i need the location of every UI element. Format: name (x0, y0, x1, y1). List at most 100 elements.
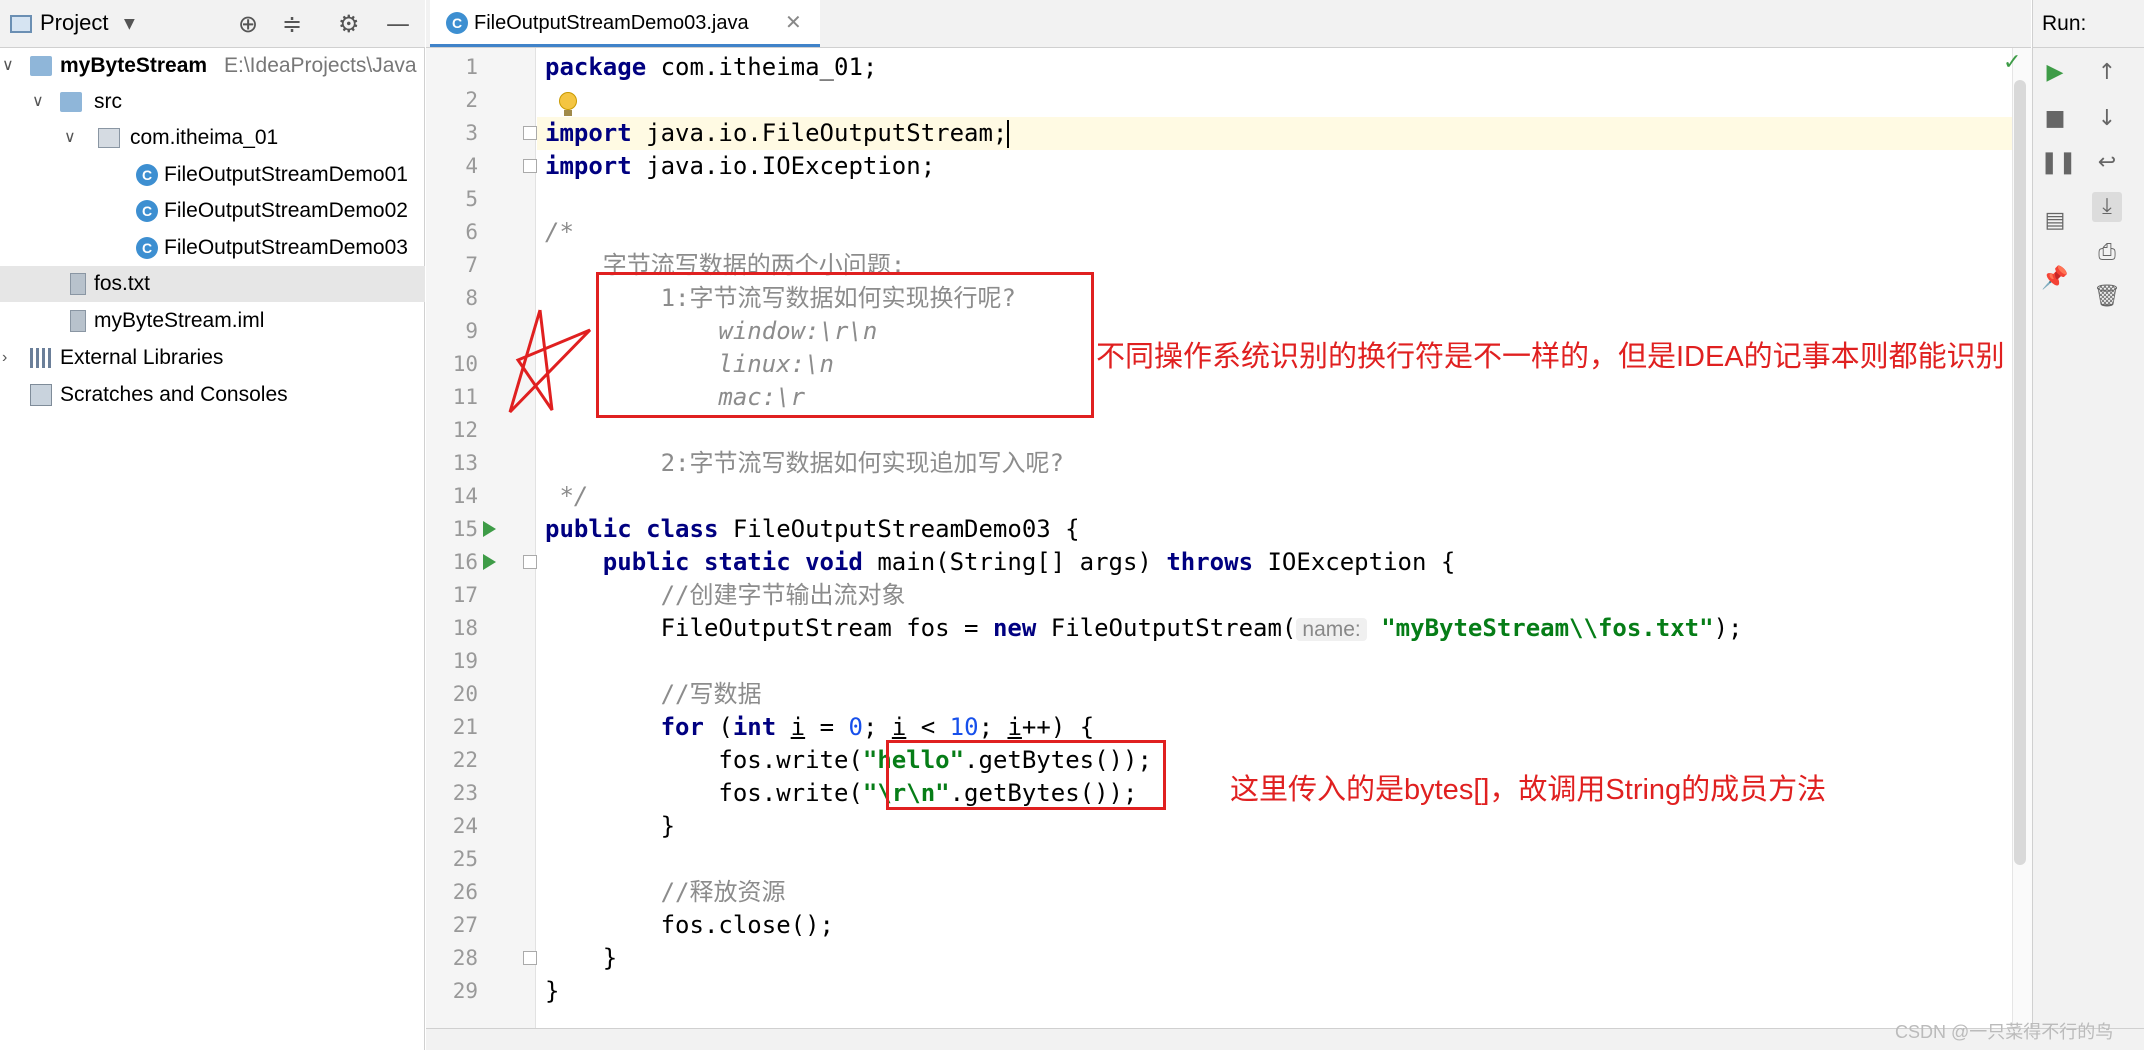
down-arrow-icon[interactable]: ↓ (2092, 104, 2122, 134)
number-literal: 10 (949, 713, 979, 741)
code-text: IOException { (1253, 548, 1456, 576)
tree-item-label: fos.txt (94, 272, 151, 295)
chevron-down-icon[interactable]: ∨ (2, 48, 14, 84)
code-text: FileOutputStream( (1036, 614, 1297, 642)
collapse-icon[interactable]: ≑ (282, 10, 302, 38)
annotation-star-scribble (508, 309, 592, 414)
tree-item-file[interactable]: myByteStream.iml (0, 303, 425, 339)
class-icon: C (136, 164, 158, 186)
fold-icon[interactable] (523, 951, 537, 965)
run-gutter-icon[interactable] (483, 554, 496, 570)
tree-item-package[interactable]: ∨ com.itheima_01 (0, 120, 425, 156)
line-number: 29 (452, 979, 478, 1003)
tab-file[interactable]: C FileOutputStreamDemo03.java ✕ (430, 0, 820, 47)
run-panel-header: Run: (2032, 0, 2144, 48)
tree-item-project-root[interactable]: ∨ myByteStream E:\IdeaProjects\Java (0, 48, 425, 84)
code-line-4: import java.io.IOException; (545, 150, 935, 183)
run-panel-title: Run: (2042, 12, 2087, 35)
chevron-right-icon[interactable]: › (2, 340, 7, 376)
line-number: 2 (465, 88, 478, 112)
project-view-icon[interactable] (10, 15, 32, 33)
tree-item-label: FileOutputStreamDemo03 (164, 236, 408, 259)
up-arrow-icon[interactable]: ↑ (2092, 58, 2122, 88)
class-icon: C (136, 237, 158, 259)
fold-icon[interactable] (523, 555, 537, 569)
stop-icon[interactable]: ■ (2040, 104, 2070, 134)
pause-icon[interactable]: ❚❚ (2040, 148, 2077, 178)
folder-icon (30, 56, 52, 76)
code-text: com.itheima_01; (646, 53, 878, 81)
keyword: import (545, 119, 632, 147)
parameter-hint: name: (1296, 618, 1367, 641)
lightbulb-base (564, 110, 572, 116)
line-number: 25 (452, 847, 478, 871)
pin-icon[interactable]: 📌 (2040, 264, 2070, 294)
code-line-16: public static void main(String[] args) t… (545, 546, 1456, 579)
line-number: 19 (452, 649, 478, 673)
code-line-29: } (545, 977, 560, 1005)
minimize-icon[interactable]: — (386, 10, 410, 38)
delete-icon[interactable]: 🗑 (2092, 282, 2122, 312)
code-line-26: //释放资源 (545, 878, 786, 906)
line-number: 7 (465, 253, 478, 277)
code-text: main(String[] args) (862, 548, 1167, 576)
line-number: 18 (452, 616, 478, 640)
code-line-1: package com.itheima_01; (545, 51, 877, 84)
scroll-end-icon[interactable]: ⤓ (2092, 192, 2122, 222)
print-icon[interactable]: ⎙ (2092, 238, 2122, 268)
code-line-3: import java.io.FileOutputStream; (545, 117, 1010, 150)
tree-item-class[interactable]: C FileOutputStreamDemo02 (0, 193, 425, 229)
tree-item-path: E:\IdeaProjects\Java (224, 54, 417, 77)
code-line-18: FileOutputStream fos = new FileOutputStr… (545, 612, 1743, 645)
chevron-down-icon[interactable]: ∨ (32, 84, 44, 120)
project-panel-title[interactable]: Project (40, 10, 108, 36)
code-line-6: /* (545, 218, 574, 246)
watermark: CSDN @一只菜得不行的鸟 (1895, 1022, 2114, 1042)
scrollbar-thumb[interactable] (2014, 80, 2026, 865)
bottom-status-bar (426, 1028, 2144, 1050)
class-icon: C (136, 200, 158, 222)
editor-tab-bar: C FileOutputStreamDemo03.java ✕ (426, 0, 2031, 48)
soft-wrap-icon[interactable]: ↩ (2092, 148, 2122, 178)
keyword: public static void (545, 548, 863, 576)
line-number: 16 (452, 550, 478, 574)
code-text: = (805, 713, 849, 741)
tree-item-class[interactable]: C FileOutputStreamDemo01 (0, 157, 425, 193)
fold-icon[interactable] (523, 126, 537, 140)
library-icon (30, 348, 54, 368)
code-text: fos.write( (545, 779, 863, 807)
tree-item-class[interactable]: C FileOutputStreamDemo03 (0, 230, 425, 266)
keyword: for (660, 713, 704, 741)
layout-icon[interactable]: ▤ (2040, 206, 2070, 236)
code-text: java.io.IOException; (631, 152, 936, 180)
keyword: new (992, 614, 1037, 642)
fold-icon[interactable] (523, 159, 537, 173)
keyword: package (545, 53, 647, 81)
tree-item-external-libraries[interactable]: › External Libraries (0, 340, 425, 376)
tree-item-label: FileOutputStreamDemo02 (164, 199, 408, 222)
tree-item-src[interactable]: ∨ src (0, 84, 425, 120)
code-text: FileOutputStream fos = (545, 614, 993, 642)
tree-item-file[interactable]: fos.txt (0, 266, 425, 302)
code-text: ; (978, 713, 1008, 741)
lightbulb-icon[interactable] (559, 92, 577, 110)
tree-item-scratches[interactable]: Scratches and Consoles (0, 377, 425, 413)
tree-item-label: src (94, 90, 122, 113)
tree-item-label: FileOutputStreamDemo01 (164, 163, 408, 186)
string-literal: "myByteStream\\fos.txt" (1381, 614, 1714, 642)
line-number: 10 (452, 352, 478, 376)
keyword: import (545, 152, 632, 180)
text-caret (1007, 120, 1010, 148)
chevron-down-icon[interactable]: ∨ (64, 120, 76, 156)
line-number: 20 (452, 682, 478, 706)
run-icon[interactable]: ▶ (2040, 58, 2070, 88)
code-text: java.io.FileOutputStream; (631, 119, 1008, 147)
run-gutter-icon[interactable] (483, 521, 496, 537)
close-icon[interactable]: ✕ (785, 0, 802, 46)
line-number: 5 (465, 187, 478, 211)
gear-icon[interactable]: ⚙ (338, 10, 360, 38)
locate-icon[interactable]: ⊕ (238, 10, 258, 38)
chevron-down-icon[interactable]: ▼ (124, 16, 135, 32)
line-number: 23 (452, 781, 478, 805)
line-number: 14 (452, 484, 478, 508)
